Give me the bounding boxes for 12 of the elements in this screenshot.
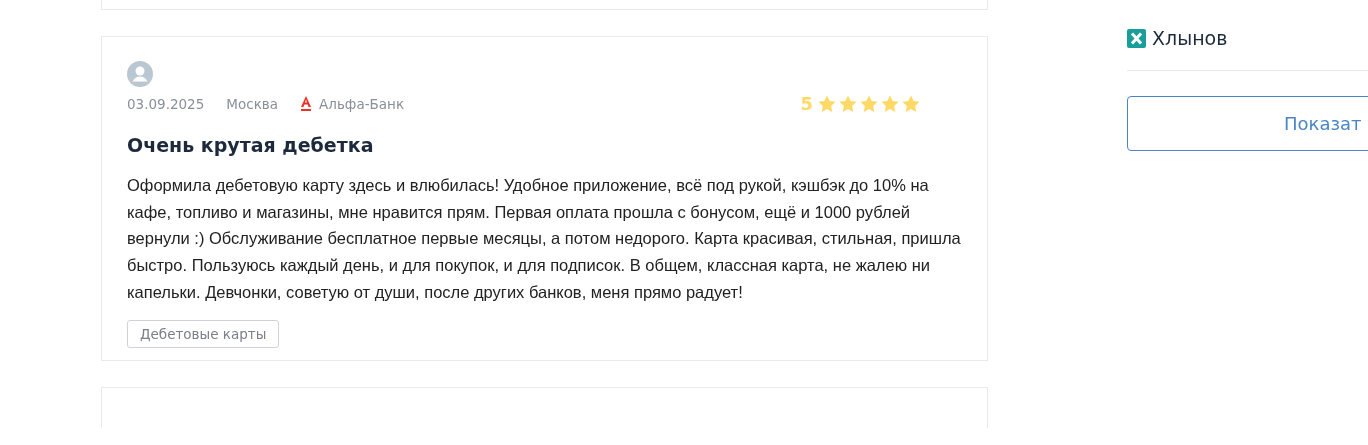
avatar-icon (127, 61, 153, 87)
category-tag[interactable]: Дебетовые карты (127, 319, 280, 348)
review-title: Очень крутая дебетка (127, 134, 375, 156)
review-city: Москва (226, 95, 278, 112)
bank-name: Хлынов (1152, 27, 1228, 49)
rating-value: 5 (800, 93, 813, 114)
show-button[interactable]: Показат (1127, 96, 1368, 151)
review-date: 03.09.2025 (127, 95, 205, 112)
bank-logo-icon (300, 95, 312, 112)
review-text: Оформила дебетовую карту здесь и влюбилась! Удобное приложение, всё под рукой, кэшбэк до 10% на кафе, топливо и магазины, мне нравится прям. Первая оплата прошла с бонусом, ещё и 1000 рублей вернули :) Обслуживание бесплатное первые месяцы, а потом недорого. Карта красивая, стильная, пришла быстро. Пользуюсь каждый день, и для покупок, и для подписок. В общем, классная карта, не жалею ни капельки. Девчонки, советую от души, после других банков, меня прямо радует! (127, 175, 962, 303)
bank-name: Альфа-Банк (319, 95, 405, 112)
bank-logo-icon (1127, 28, 1146, 48)
